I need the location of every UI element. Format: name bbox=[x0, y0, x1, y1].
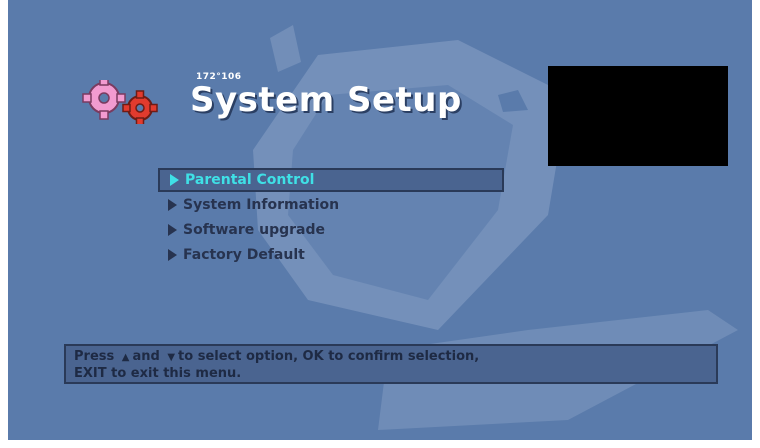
menu-item-label: Factory Default bbox=[183, 247, 305, 263]
gears-icon bbox=[82, 80, 158, 124]
setup-menu: Parental Control System Information Soft… bbox=[158, 168, 504, 268]
triangle-right-icon bbox=[170, 174, 179, 186]
triangle-right-icon bbox=[168, 224, 177, 236]
page-title: System Setup bbox=[190, 80, 462, 120]
video-preview bbox=[548, 66, 728, 166]
triangle-right-icon bbox=[168, 249, 177, 261]
up-arrow-icon: ▲ bbox=[121, 352, 130, 363]
menu-item-parental-control[interactable]: Parental Control bbox=[158, 168, 504, 192]
menu-item-label: Software upgrade bbox=[183, 222, 326, 238]
menu-item-factory-default[interactable]: Factory Default bbox=[158, 243, 504, 267]
tv-screen: 172°106 System Setup Parental Control Sy… bbox=[8, 0, 752, 440]
help-text-press: Press bbox=[74, 349, 115, 364]
down-arrow-icon: ▼ bbox=[167, 352, 176, 363]
menu-item-system-information[interactable]: System Information bbox=[158, 193, 504, 217]
help-text-and: and bbox=[132, 349, 160, 364]
help-line-2: EXIT to exit this menu. bbox=[74, 366, 242, 381]
header: 172°106 System Setup bbox=[68, 72, 488, 132]
help-line-1: Press ▲ and ▼ to select option, OK to conf… bbox=[74, 349, 708, 366]
triangle-right-icon bbox=[168, 199, 177, 211]
help-bar: Press ▲ and ▼ to select option, OK to conf… bbox=[64, 344, 718, 384]
menu-item-software-upgrade[interactable]: Software upgrade bbox=[158, 218, 504, 242]
menu-item-label: System Information bbox=[183, 197, 340, 213]
menu-item-label: Parental Control bbox=[185, 172, 315, 188]
help-text-select: to select option, OK to confirm selectio… bbox=[178, 349, 480, 364]
